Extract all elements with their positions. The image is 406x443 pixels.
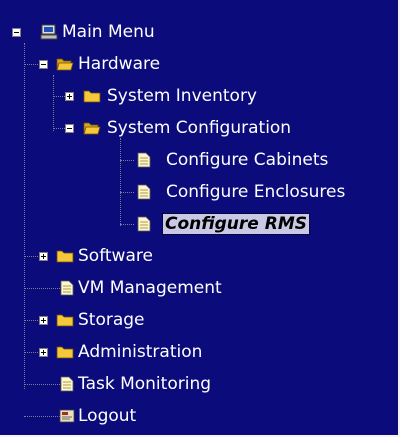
tree-label: Hardware bbox=[78, 54, 161, 74]
computer-icon bbox=[40, 24, 58, 40]
tree-item-configure-enclosures[interactable]: Configure Enclosures bbox=[0, 178, 398, 206]
tree-label: Logout bbox=[78, 406, 137, 426]
tree-item-configure-rms[interactable]: Configure RMS bbox=[0, 210, 398, 238]
folder-icon bbox=[56, 346, 74, 359]
document-icon bbox=[60, 280, 74, 296]
tree-label: Task Monitoring bbox=[78, 374, 212, 394]
folder-open-icon bbox=[56, 58, 74, 71]
logout-icon bbox=[59, 409, 75, 423]
expand-toggle-icon[interactable] bbox=[39, 252, 48, 261]
tree-label-selected: Configure RMS bbox=[162, 213, 310, 235]
menu-tree-panel: Main Menu Hardware System Inventory Syst… bbox=[0, 0, 400, 437]
tree-item-system-configuration[interactable]: System Configuration bbox=[0, 114, 398, 142]
tree-item-logout[interactable]: Logout bbox=[0, 402, 398, 430]
collapse-toggle-icon[interactable] bbox=[39, 60, 48, 69]
tree-label: System Inventory bbox=[107, 86, 257, 106]
tree-label: System Configuration bbox=[107, 118, 292, 138]
tree-item-task-monitoring[interactable]: Task Monitoring bbox=[0, 370, 398, 398]
document-icon bbox=[137, 216, 151, 232]
tree-label: VM Management bbox=[78, 278, 222, 298]
expand-toggle-icon[interactable] bbox=[65, 92, 74, 101]
folder-open-icon bbox=[83, 122, 101, 135]
tree-item-storage[interactable]: Storage bbox=[0, 306, 398, 334]
tree-label: Configure Enclosures bbox=[166, 182, 346, 202]
tree-item-configure-cabinets[interactable]: Configure Cabinets bbox=[0, 146, 398, 174]
folder-icon bbox=[56, 314, 74, 327]
document-icon bbox=[137, 184, 151, 200]
tree-label: Main Menu bbox=[62, 22, 155, 42]
document-icon bbox=[137, 152, 151, 168]
tree-root-main-menu[interactable]: Main Menu bbox=[0, 18, 398, 46]
collapse-toggle-icon[interactable] bbox=[65, 124, 74, 133]
folder-icon bbox=[56, 250, 74, 263]
expand-toggle-icon[interactable] bbox=[39, 348, 48, 357]
tree-label: Software bbox=[78, 246, 153, 266]
collapse-toggle-icon[interactable] bbox=[12, 28, 21, 37]
tree-item-software[interactable]: Software bbox=[0, 242, 398, 270]
tree-item-vm-management[interactable]: VM Management bbox=[0, 274, 398, 302]
tree-item-hardware[interactable]: Hardware bbox=[0, 50, 398, 78]
tree-item-system-inventory[interactable]: System Inventory bbox=[0, 82, 398, 110]
document-icon bbox=[60, 376, 74, 392]
tree-item-administration[interactable]: Administration bbox=[0, 338, 398, 366]
expand-toggle-icon[interactable] bbox=[39, 316, 48, 325]
tree-label: Administration bbox=[78, 342, 203, 362]
folder-icon bbox=[83, 90, 101, 103]
tree-label: Storage bbox=[78, 310, 145, 330]
tree-label: Configure Cabinets bbox=[166, 150, 329, 170]
